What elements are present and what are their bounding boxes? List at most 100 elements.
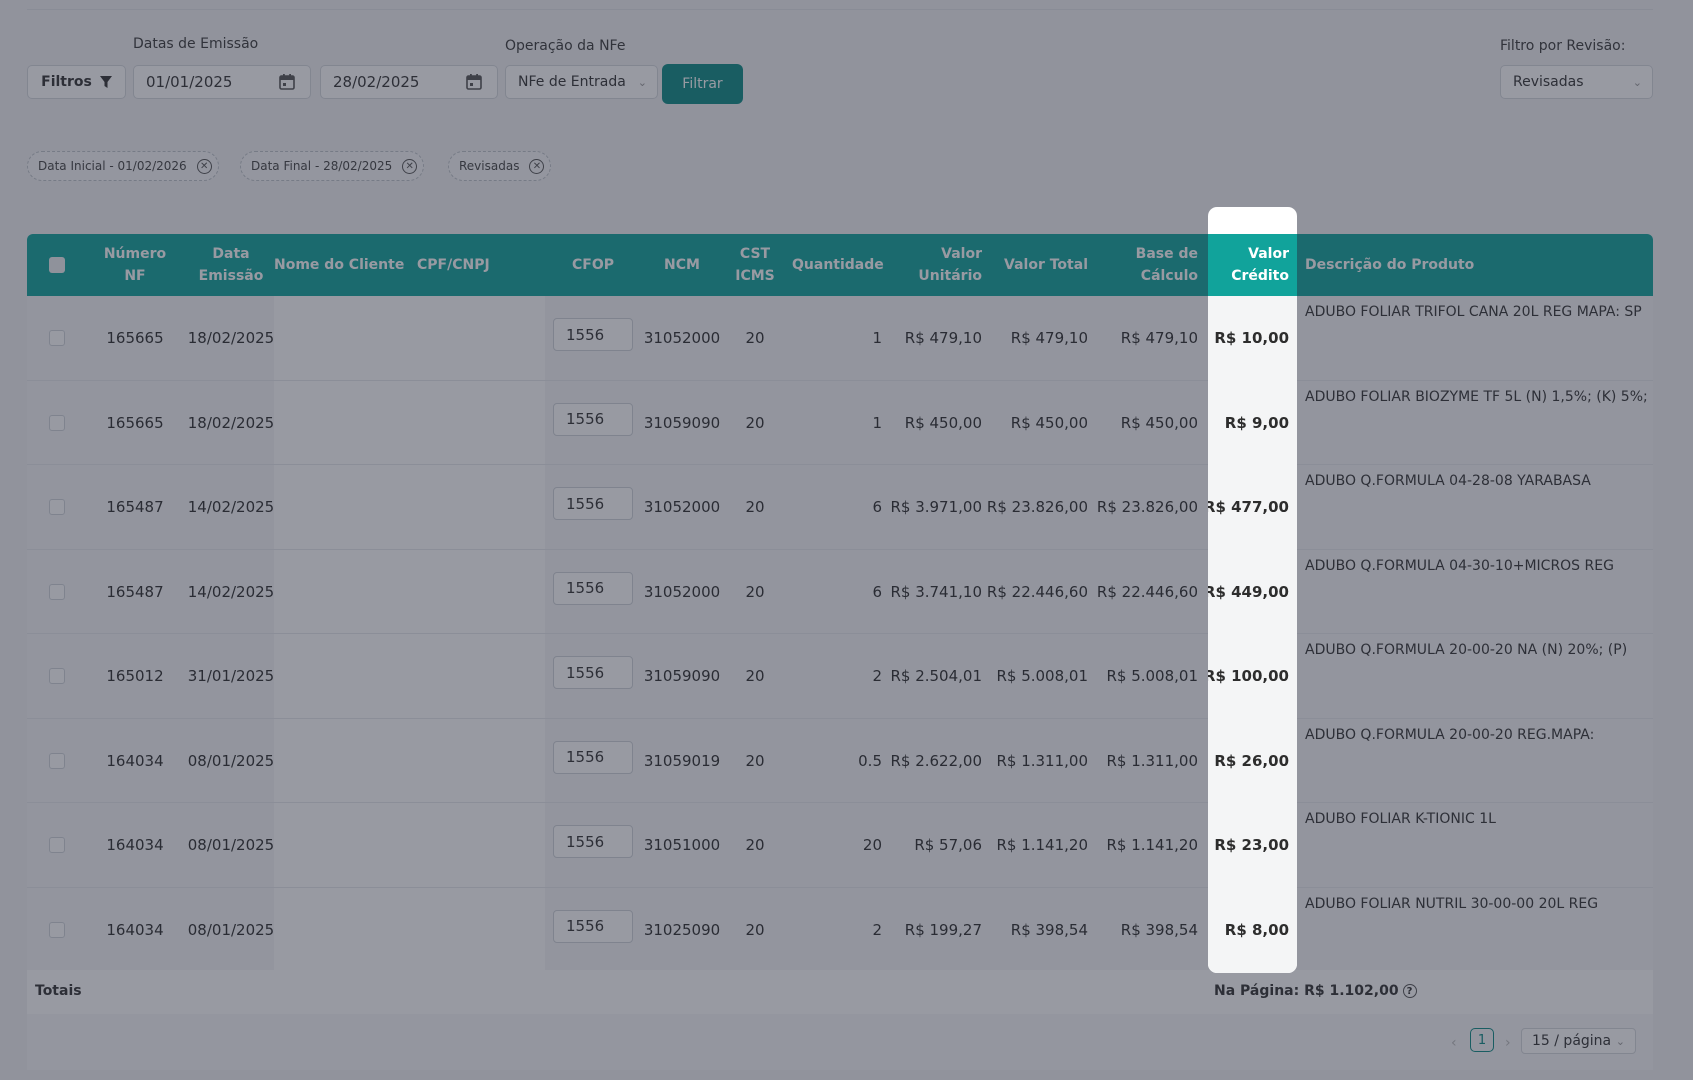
- row-checkbox[interactable]: [49, 752, 65, 769]
- chip-data-inicial: Data Inicial - 01/02/2026 ✕: [27, 151, 219, 181]
- operation-select[interactable]: NFe de Entrada ⌄: [505, 65, 658, 99]
- cell-descricao: ADUBO Q.FORMULA 04-28-08 YARABASA: [1305, 473, 1591, 489]
- cell-cst-icms: 20: [745, 667, 765, 685]
- page-size-select[interactable]: 15 / página ⌄: [1521, 1028, 1636, 1054]
- page-total: Na Página: R$ 1.102,00 ?: [1214, 983, 1417, 999]
- cell-valor-total: R$ 1.141,20: [996, 836, 1088, 854]
- header-valor-total: Valor Total: [1004, 257, 1088, 273]
- cfop-input[interactable]: 1556: [553, 656, 633, 689]
- filtrar-button[interactable]: Filtrar: [662, 64, 743, 104]
- row-checkbox[interactable]: [49, 921, 65, 938]
- cell-valor-unitario: R$ 3.971,00: [890, 498, 982, 516]
- cell-base-calculo: R$ 22.446,60: [1096, 582, 1198, 601]
- cell-data-emissao: 14/02/2025: [187, 498, 275, 516]
- header-valor-credito: Valor Crédito: [1208, 234, 1297, 296]
- totals-row: Totais Na Página: R$ 1.102,00 ?: [27, 970, 1653, 1014]
- cell-quantidade: 1: [872, 329, 882, 347]
- cfop-input[interactable]: 1556: [553, 402, 633, 436]
- select-all-checkbox[interactable]: [49, 257, 65, 273]
- dates-label: Datas de Emissão: [133, 36, 259, 52]
- cell-base-calculo: R$ 5.008,01: [1106, 667, 1198, 685]
- table-row[interactable]: 165665 18/02/2025 1556 31052000 20 1 R$ 479,10…: [27, 296, 1653, 381]
- calendar-icon[interactable]: [465, 73, 483, 91]
- cell-descricao: ADUBO FOLIAR NUTRIL 30-00-00 20L REG: [1305, 895, 1599, 912]
- table-row[interactable]: 165665 18/02/2025 1556 31059090 20 1 R$ 450,00…: [27, 381, 1653, 465]
- cell-data-emissao: 18/02/2025: [187, 329, 275, 347]
- cell-valor-unitario: R$ 3.741,10: [890, 582, 982, 601]
- row-checkbox[interactable]: [49, 414, 65, 431]
- pagination: ‹ 1 › 15 / página ⌄: [27, 1014, 1653, 1070]
- row-checkbox[interactable]: [49, 499, 65, 515]
- cell-quantidade: 2: [872, 920, 882, 939]
- table-row[interactable]: 164034 08/01/2025 1556 31051000 20 20 R$ 57,06…: [27, 803, 1653, 888]
- cell-valor-total: R$ 23.826,00: [986, 498, 1088, 516]
- table-row[interactable]: 164034 08/01/2025 1556 31059019 20 0.5 R$ 2.62…: [27, 719, 1653, 803]
- close-circle-icon[interactable]: ✕: [529, 158, 545, 174]
- revision-filter-label: Filtro por Revisão:: [1500, 38, 1626, 54]
- cfop-input[interactable]: 1556: [553, 740, 633, 774]
- cell-valor-credito: R$ 26,00: [1214, 751, 1289, 770]
- cfop-input[interactable]: 1556: [553, 318, 633, 351]
- header-base-calculo: Base de Cálculo: [1135, 246, 1198, 284]
- row-checkbox[interactable]: [49, 668, 65, 684]
- date-end-value: 28/02/2025: [333, 73, 420, 91]
- chevron-left-icon[interactable]: ‹: [1451, 1035, 1457, 1051]
- revision-select[interactable]: Revisadas ⌄: [1500, 65, 1653, 99]
- cfop-input[interactable]: 1556: [553, 825, 633, 858]
- cell-cst-icms: 20: [745, 920, 765, 939]
- chip-data-final: Data Final - 28/02/2025 ✕: [240, 151, 425, 181]
- table-body: 165665 18/02/2025 1556 31052000 20 1 R$ 479,10…: [27, 296, 1653, 972]
- page-1-button[interactable]: 1: [1470, 1028, 1494, 1052]
- table-row[interactable]: 165012 31/01/2025 1556 31059090 20 2 R$ 2.504,…: [27, 634, 1653, 719]
- table-row[interactable]: 165487 14/02/2025 1556 31052000 20 6 R$ 3.741,…: [27, 550, 1653, 634]
- cell-numero-nf: 164034: [106, 751, 164, 770]
- date-end-input[interactable]: 28/02/2025: [320, 65, 498, 99]
- cell-ncm: 31059090: [643, 413, 721, 432]
- cell-descricao: ADUBO Q.FORMULA 20-00-20 REG.MAPA:: [1305, 726, 1595, 743]
- cell-data-emissao: 08/01/2025: [187, 751, 275, 770]
- close-circle-icon[interactable]: ✕: [402, 158, 418, 174]
- cell-data-emissao: 31/01/2025: [187, 667, 275, 685]
- cell-ncm: 31052000: [643, 329, 721, 347]
- header-descricao: Descrição do Produto: [1305, 257, 1475, 273]
- cell-valor-unitario: R$ 199,27: [904, 920, 982, 939]
- cell-data-emissao: 08/01/2025: [187, 836, 275, 854]
- help-icon[interactable]: ?: [1402, 984, 1417, 998]
- date-start-input[interactable]: 01/01/2025: [133, 65, 311, 99]
- cell-numero-nf: 164034: [106, 920, 164, 939]
- calendar-icon[interactable]: [278, 73, 296, 91]
- cfop-input[interactable]: 1556: [553, 487, 633, 520]
- row-checkbox[interactable]: [49, 583, 65, 600]
- revision-value: Revisadas: [1513, 74, 1584, 90]
- close-circle-icon[interactable]: ✕: [196, 158, 212, 174]
- row-checkbox[interactable]: [49, 837, 65, 853]
- cell-ncm: 31051000: [643, 836, 721, 854]
- cell-quantidade: 6: [872, 498, 882, 516]
- table-row[interactable]: 165487 14/02/2025 1556 31052000 20 6 R$ 3.971,…: [27, 465, 1653, 550]
- table-row[interactable]: 164034 08/01/2025 1556 31025090 20 2 R$ 199,27…: [27, 888, 1653, 972]
- header-data-emissao: Data Emissão: [198, 246, 264, 284]
- chevron-down-icon: ⌄: [637, 75, 647, 89]
- filtros-button[interactable]: Filtros: [27, 65, 126, 99]
- cell-valor-unitario: R$ 57,06: [914, 836, 982, 854]
- cell-data-emissao: 14/02/2025: [187, 582, 275, 601]
- cell-ncm: 31052000: [643, 582, 721, 601]
- cfop-input[interactable]: 1556: [553, 571, 633, 605]
- cell-descricao: ADUBO FOLIAR TRIFOL CANA 20L REG MAPA: S…: [1305, 304, 1642, 320]
- cell-valor-total: R$ 5.008,01: [996, 667, 1088, 685]
- cell-data-emissao: 18/02/2025: [187, 413, 275, 432]
- cell-cst-icms: 20: [745, 329, 765, 347]
- cell-quantidade: 20: [862, 836, 882, 854]
- cfop-input[interactable]: 1556: [553, 909, 633, 943]
- cell-base-calculo: R$ 1.311,00: [1106, 751, 1198, 770]
- row-checkbox[interactable]: [49, 330, 65, 346]
- cell-quantidade: 0.5: [858, 751, 882, 770]
- chevron-down-icon: ⌄: [1615, 1034, 1625, 1048]
- cell-valor-credito: R$ 8,00: [1224, 920, 1289, 939]
- date-start-value: 01/01/2025: [146, 73, 233, 91]
- totals-label: Totais: [35, 983, 82, 999]
- cell-valor-credito: R$ 477,00: [1208, 498, 1289, 516]
- cell-numero-nf: 165487: [106, 582, 164, 601]
- chevron-right-icon[interactable]: ›: [1505, 1035, 1511, 1051]
- header-cpf-cnpj: CPF/CNPJ: [417, 257, 490, 273]
